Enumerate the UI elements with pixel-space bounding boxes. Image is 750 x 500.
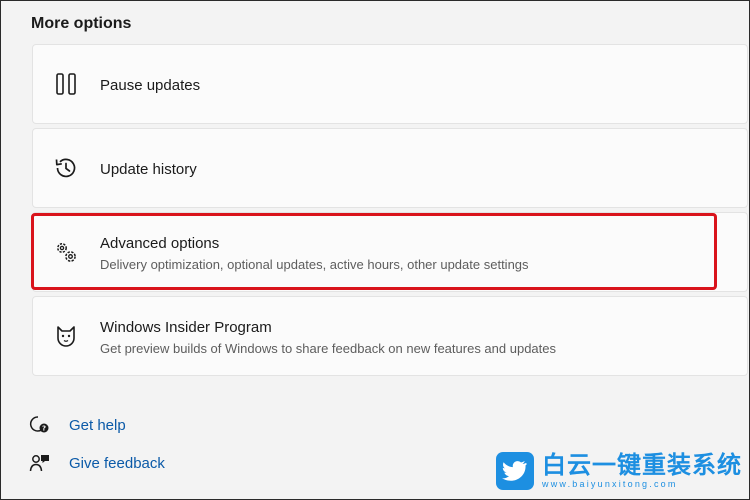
gears-icon — [53, 239, 79, 265]
svg-text:?: ? — [42, 425, 46, 433]
pause-icon — [53, 71, 79, 97]
history-icon — [53, 155, 79, 181]
insider-cat-icon — [53, 323, 79, 349]
give-feedback-link[interactable]: Give feedback — [29, 452, 165, 474]
watermark-logo: 白云一键重装系统 www.baiyunxitong.com — [496, 452, 742, 490]
watermark-url: www.baiyunxitong.com — [542, 478, 678, 489]
give-feedback-label: Give feedback — [69, 454, 165, 472]
windows-insider-description: Get preview builds of Windows to share f… — [100, 341, 556, 356]
get-help-label: Get help — [69, 416, 126, 434]
advanced-options-item[interactable]: Advanced options Delivery optimization, … — [32, 212, 748, 292]
bird-icon — [496, 452, 534, 490]
update-history-item[interactable]: Update history — [32, 128, 748, 208]
pause-updates-item[interactable]: Pause updates — [32, 44, 748, 124]
advanced-options-label: Advanced options — [100, 235, 220, 252]
watermark-name: 白云一键重装系统 — [542, 451, 742, 479]
section-title: More options — [31, 15, 132, 32]
advanced-options-description: Delivery optimization, optional updates,… — [100, 257, 529, 272]
update-history-label: Update history — [100, 161, 197, 178]
get-help-link[interactable]: ? Get help — [29, 414, 126, 436]
feedback-icon — [29, 452, 51, 474]
windows-insider-item[interactable]: Windows Insider Program Get preview buil… — [32, 296, 748, 376]
pause-updates-label: Pause updates — [100, 77, 201, 94]
help-icon: ? — [29, 414, 51, 436]
windows-insider-label: Windows Insider Program — [100, 319, 272, 336]
